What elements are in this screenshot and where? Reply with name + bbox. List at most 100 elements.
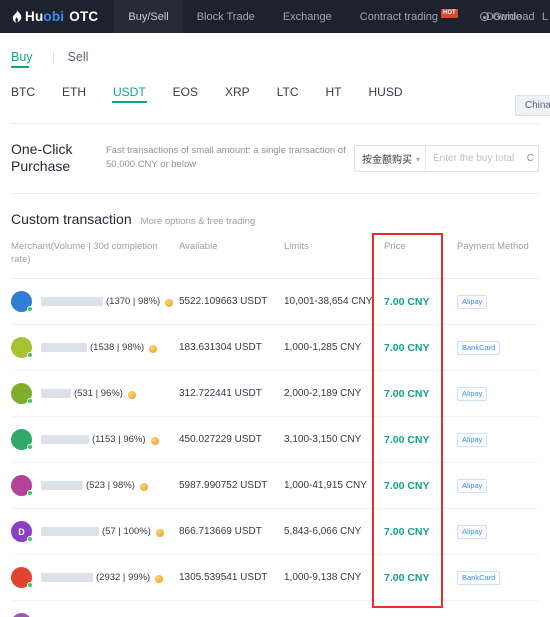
avatar <box>11 383 33 404</box>
currency-suffix: C <box>526 152 534 164</box>
avatar <box>11 337 33 358</box>
cell-payment-method: BankCard <box>457 554 539 601</box>
coin-tabs: BTC ETH USDT EOS XRP LTC HT HUSD <box>11 85 539 103</box>
coin-tab-husd-label: HUSD <box>368 85 403 99</box>
merchant-stats: (2932 | 99%) <box>96 572 151 583</box>
payment-method-badge: BankCard <box>457 340 501 355</box>
avatar <box>11 475 33 496</box>
tab-buy[interactable]: Buy <box>11 50 35 68</box>
payment-method-badge: Alipay <box>457 478 488 493</box>
payment-method-badge: BankCard <box>457 570 501 585</box>
avatar <box>11 429 33 450</box>
buy-mode-select[interactable]: 按金额购买 ▾ <box>355 146 425 171</box>
online-status-dot <box>27 536 33 542</box>
merchant-stats: (1153 | 96%) <box>92 434 146 445</box>
cell-payment-method: Alipay <box>457 416 539 463</box>
cell-merchant: D (57 | 100%) <box>11 508 179 555</box>
cell-payment-method: Alipay <box>457 278 539 325</box>
coin-tab-usdt[interactable]: USDT <box>112 85 147 103</box>
cell-payment-method: Alipay <box>457 508 539 555</box>
table-row[interactable]: (523 | 98%) 5987.990752 USDT 1,000-41,915 … <box>11 462 539 509</box>
coin-tab-eth[interactable]: ETH <box>62 85 86 103</box>
brand-logo[interactable]: Hu obi OTC <box>0 0 114 33</box>
cell-available: 5987.990752 USDT <box>179 462 284 509</box>
merchant-info: (1153 | 96%) <box>11 429 179 450</box>
cell-limits: 3,100-3,150 CNY <box>284 416 384 463</box>
table-row[interactable]: (1538 | 98%) 183.631304 USDT 1,000-1,285 C… <box>11 324 539 371</box>
column-header-payment-method: Payment Method <box>457 241 529 252</box>
merchant-info: (2932 | 99%) <box>11 567 179 588</box>
coin-tab-ltc-label: LTC <box>276 85 299 99</box>
nav-item-guide[interactable]: Guide <box>470 11 532 23</box>
coin-tab-btc[interactable]: BTC <box>11 85 35 103</box>
merchant-name-redacted <box>41 481 83 490</box>
price-value: 7.00 CNY <box>384 479 430 492</box>
buy-total-input[interactable] <box>426 145 527 171</box>
cell-limits: 1,000-1,285 CNY <box>284 324 384 371</box>
cell-limits: 2,000-2,189 CNY <box>284 370 384 417</box>
coin-tab-eth-label: ETH <box>62 85 86 99</box>
coin-tab-xrp[interactable]: XRP <box>225 85 250 103</box>
nav-item-exchange-label: Exchange <box>282 10 332 23</box>
coin-tab-ht-label: HT <box>325 85 342 99</box>
page-body: Buy Sell BTC ETH USDT EOS XRP LTC HT HUS… <box>0 33 550 617</box>
one-click-input-group: 按金额购买 ▾ C <box>354 144 539 172</box>
merchant-name-redacted <box>41 527 99 536</box>
cell-limits: 5,843-6,066 CNY <box>284 508 384 555</box>
medal-icon <box>155 574 164 583</box>
merchant-name-redacted <box>41 297 103 306</box>
cell-available: 69977.090192 USDT <box>179 600 284 617</box>
nav-item-block-trade[interactable]: Block Trade <box>183 0 269 33</box>
region-selector-label: China <box>524 100 550 111</box>
cell-merchant: (384 | 98%) <box>11 600 179 617</box>
coin-tab-husd[interactable]: HUSD <box>368 85 402 103</box>
hot-badge: HOT <box>441 9 458 18</box>
cell-merchant: (531 | 96%) <box>11 370 179 417</box>
avatar <box>11 291 33 312</box>
tab-sell[interactable]: Sell <box>68 50 91 68</box>
cell-limits: 1,000-9,138 CNY <box>284 554 384 601</box>
medal-icon <box>127 390 136 399</box>
merchant-name-redacted <box>41 573 93 582</box>
nav-item-exchange[interactable]: Exchange <box>269 0 346 33</box>
online-status-dot <box>27 444 33 450</box>
table-row[interactable]: (1370 | 98%) 5522.109663 USDT 10,001-38,65… <box>11 278 539 325</box>
price-value: 7.00 CNY <box>384 295 430 308</box>
price-value: 7.00 CNY <box>384 433 430 446</box>
brand-text-obi: obi <box>43 9 65 24</box>
cell-payment-method: Alipay <box>457 370 539 417</box>
payment-method-badge: Alipay <box>457 386 488 401</box>
coin-tab-ltc[interactable]: LTC <box>277 85 299 103</box>
merchant-name-redacted <box>41 389 71 398</box>
online-status-dot <box>27 352 33 358</box>
merchant-info: (531 | 96%) <box>11 383 179 404</box>
cell-price: 7.00 CNY <box>384 416 457 463</box>
merchant-name-redacted <box>41 435 89 444</box>
custom-transaction-header: Custom transaction More options & free t… <box>11 194 539 227</box>
cell-merchant: (1153 | 96%) <box>11 416 179 463</box>
nav-item-contract-trading[interactable]: Contract trading HOT <box>346 0 472 33</box>
nav-item-buy-sell-label: Buy/Sell <box>128 10 169 23</box>
region-selector-button[interactable]: China <box>514 95 550 116</box>
merchant-info: (1538 | 98%) <box>11 337 179 358</box>
coin-tab-eos[interactable]: EOS <box>173 85 198 103</box>
custom-transaction-title: Custom transaction <box>11 211 132 227</box>
cell-merchant: (2932 | 99%) <box>11 554 179 601</box>
nav-item-login-truncated[interactable]: L <box>532 11 548 23</box>
table-row[interactable]: (384 | 98%)69977.090192 USDT30,000-489,8… <box>11 600 539 617</box>
avatar: D <box>11 521 33 542</box>
nav-item-buy-sell[interactable]: Buy/Sell <box>114 0 183 33</box>
merchant-info: (523 | 98%) <box>11 475 179 496</box>
medal-icon <box>165 298 174 307</box>
table-row[interactable]: D (57 | 100%) 866.713669 USDT 5,843-6,066 C… <box>11 508 539 555</box>
cell-available: 183.631304 USDT <box>179 324 284 371</box>
table-row[interactable]: (531 | 96%) 312.722441 USDT 2,000-2,189 CN… <box>11 370 539 417</box>
merchant-info: D (57 | 100%) <box>11 521 179 542</box>
coin-tab-ht[interactable]: HT <box>325 85 341 103</box>
chevron-down-icon: ▾ <box>416 154 421 164</box>
cell-price: 7.00 CNY <box>384 370 457 417</box>
table-row[interactable]: (1153 | 96%) 450.027229 USDT 3,100-3,150 C… <box>11 416 539 463</box>
table-header-row: Merchant(Volume | 30d completion rate) A… <box>11 240 539 279</box>
cell-price: 7.00 CNY <box>384 508 457 555</box>
table-row[interactable]: (2932 | 99%) 1305.539541 USDT 1,000-9,138 … <box>11 554 539 601</box>
